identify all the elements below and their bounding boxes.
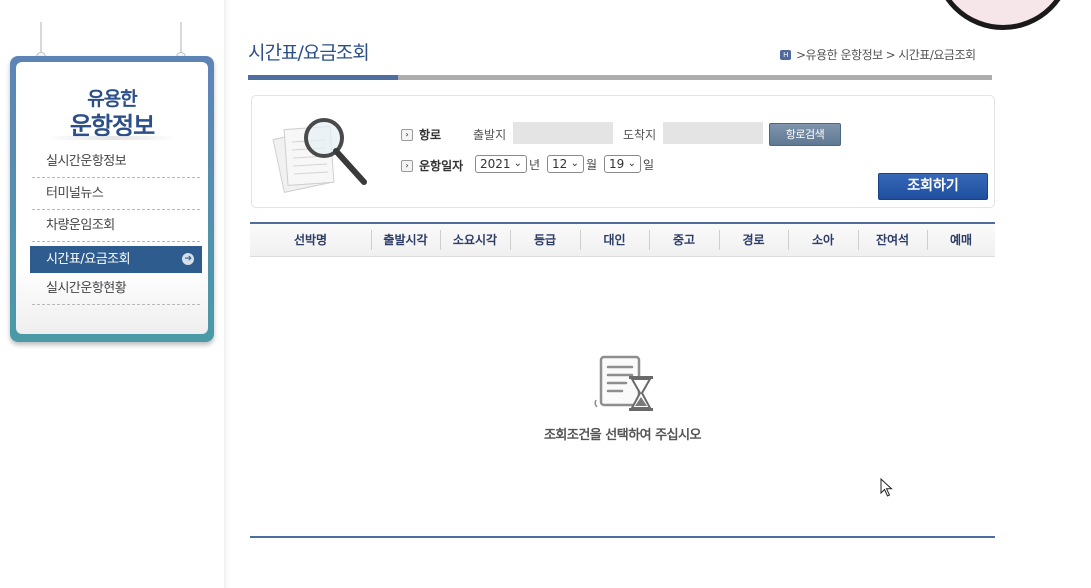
title-underline-accent [248,75,398,80]
year-unit: 년 [529,158,541,172]
sidebar-separator [224,0,230,588]
column-child: 소아 [788,224,858,257]
month-select[interactable]: 12 ⌄ [547,155,584,173]
arrival-input[interactable] [663,122,763,144]
search-panel: › 항로 출발지 도착지 항로검색 › 운항일자 2021 ⌄ 년 12 ⌄ 월 1… [251,95,995,208]
column-seats-left: 잔여석 [858,224,927,257]
sidebar-item-realtime-info[interactable]: 실시간운항정보 [32,146,200,178]
chevron-down-icon: ⌄ [627,158,636,169]
year-select[interactable]: 2021 ⌄ [475,155,527,173]
month-value: 12 [552,157,568,171]
column-class: 등급 [510,224,580,257]
breadcrumb: H >유용한 운항정보 > 시간표/요금조회 [780,46,976,63]
sidebar-item-vehicle-fare[interactable]: 차량운임조회 [32,210,200,242]
query-button[interactable]: 조회하기 [878,173,988,200]
year-value: 2021 [480,157,511,171]
breadcrumb-item-current: 시간표/요금조회 [898,48,976,62]
chevron-right-icon: › [401,128,413,141]
column-duration: 소요시각 [440,224,510,257]
home-icon[interactable]: H [780,49,791,60]
mouse-pointer-icon [880,478,893,497]
route-label: 항로 [419,128,442,142]
day-unit: 일 [643,158,655,172]
day-select[interactable]: 19 ⌄ [604,155,641,173]
arrow-right-circle-icon: ➔ [182,253,194,265]
document-hourglass-icon [594,355,653,411]
breadcrumb-separator: > [885,47,896,62]
route-row-label: › 항로 [401,126,441,143]
month-unit: 월 [586,158,598,172]
column-ship-name: 선박명 [293,233,328,247]
chevron-down-icon: ⌄ [570,158,579,169]
column-adult: 대인 [580,224,649,257]
sidebar-item-label: 실시간운항정보 [46,154,127,169]
sidebar-item-terminal-news[interactable]: 터미널뉴스 [32,178,200,210]
magnifier-documents-icon [272,118,367,193]
arrival-label: 도착지 [623,128,657,142]
sidebar-panel: 유용한 운항정보 실시간운항정보 터미널뉴스 차량운임조회 시간표/요금조회 ➔… [16,62,208,334]
sidebar-menu: 실시간운항정보 터미널뉴스 차량운임조회 시간표/요금조회 ➔ 실시간운항현황 [30,146,202,305]
title-underline [248,75,992,80]
page-title: 시간표/요금조회 [248,42,370,64]
sidebar-item-timetable-fare[interactable]: 시간표/요금조회 ➔ [30,246,202,273]
day-value: 19 [609,157,625,171]
chevron-right-icon: › [401,159,413,172]
results-table-header: 선박명 출발시각 소요시각 등급 대인 중고 경로 소아 잔여석 예매 [250,222,995,257]
table-bottom-border [250,536,995,538]
breadcrumb-item-useful-info[interactable]: >유용한 운항정보 [796,46,883,63]
sidebar-title-divider [46,136,178,140]
empty-state-message: 조회조건을 선택하여 주십시오 [543,428,702,443]
date-row-label: › 운항일자 [401,157,463,174]
sidebar-item-label: 차량운임조회 [46,218,115,233]
chevron-down-icon: ⌄ [513,158,522,169]
departure-label: 출발지 [473,128,507,142]
column-senior: 경로 [719,224,788,257]
sidebar: 유용한 운항정보 실시간운항정보 터미널뉴스 차량운임조회 시간표/요금조회 ➔… [10,56,214,342]
column-departure-time: 출발시각 [371,224,440,257]
decorative-circle [933,0,1073,30]
sidebar-item-label: 터미널뉴스 [46,186,104,201]
date-label: 운항일자 [419,159,464,173]
route-search-button[interactable]: 항로검색 [769,123,841,146]
sidebar-item-label: 실시간운항현황 [46,281,127,296]
sidebar-item-realtime-status[interactable]: 실시간운항현황 [32,273,200,305]
column-teen: 중고 [649,224,719,257]
column-reserve: 예매 [927,224,995,257]
departure-input[interactable] [513,122,613,144]
sidebar-item-label: 시간표/요금조회 [46,252,131,267]
